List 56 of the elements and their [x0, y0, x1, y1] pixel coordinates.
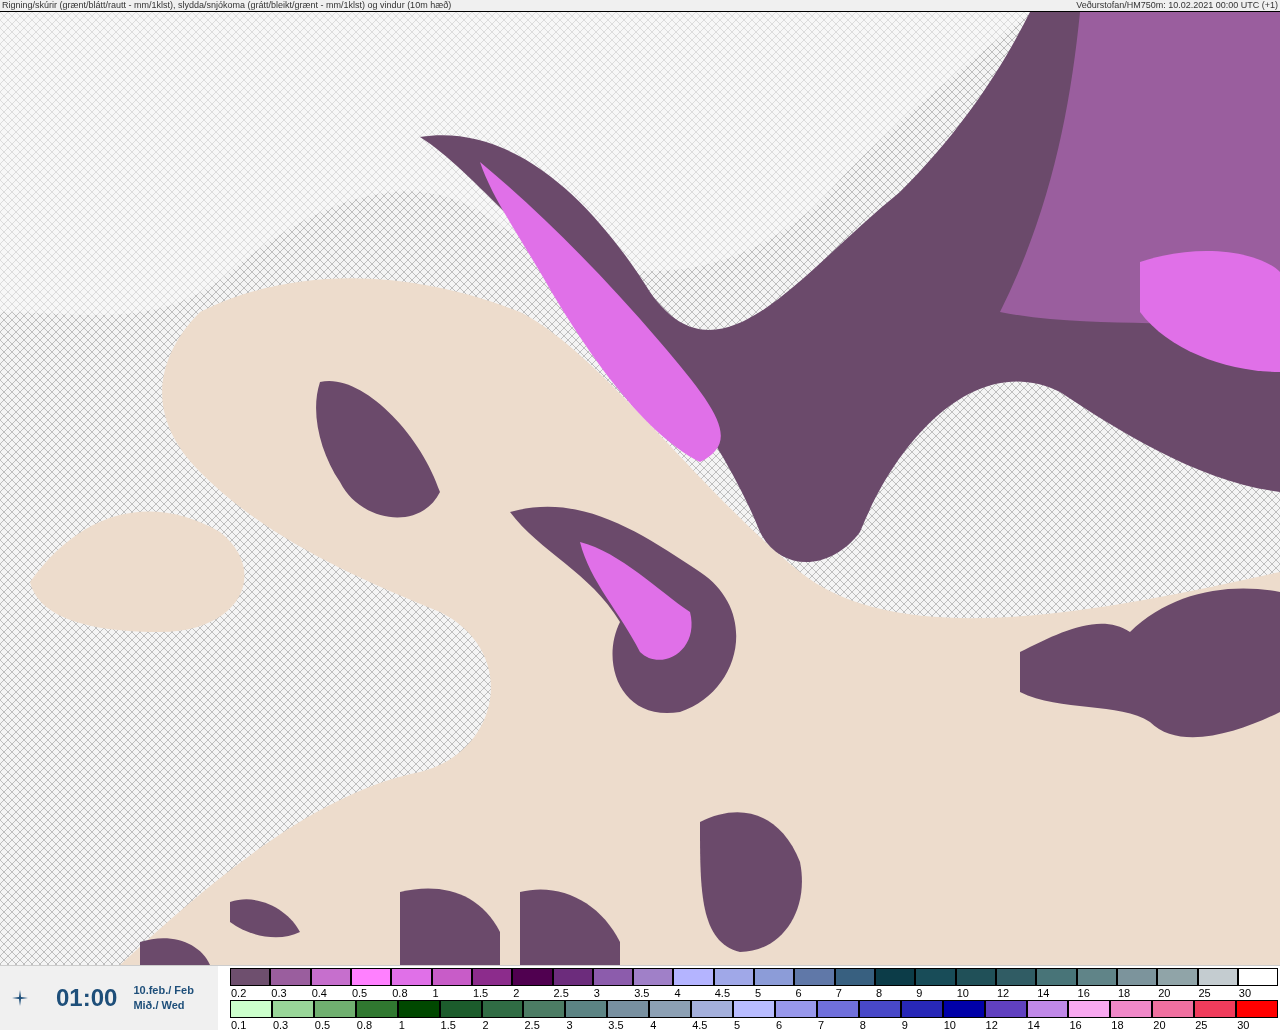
legend-label: 4	[649, 1018, 657, 1030]
legend-label: 14	[1036, 986, 1050, 1000]
legend-label: 6	[775, 1018, 783, 1030]
legend-label: 16	[1068, 1018, 1082, 1030]
legend-label: 5	[754, 986, 762, 1000]
legend-label: 9	[915, 986, 923, 1000]
legend-label: 0.5	[350, 986, 368, 1000]
legend-label: 0.8	[391, 986, 408, 1000]
legend-label: 20	[1157, 986, 1171, 1000]
legend-label: 3.5	[633, 986, 650, 1000]
legend-label: 25	[1194, 1018, 1208, 1030]
legend-label: 30	[1237, 986, 1252, 1000]
legend-label: 10	[955, 986, 969, 1000]
legend-label: 1.5	[471, 986, 489, 1000]
legend-label: 12	[995, 986, 1010, 1000]
legend-label: 2	[481, 1018, 489, 1030]
map-title: Rigning/skúrir (grænt/blátt/rautt - mm/1klst), slydda/snjókoma (grátt/bleikt/grænt - mm/1klst) og vindur (10m hæð)	[1, 0, 452, 11]
legend-label: 30	[1236, 1018, 1250, 1030]
legend-label: 0.2	[230, 986, 247, 1000]
legend-label: 6	[794, 986, 802, 1000]
legend-label: 18	[1110, 1018, 1124, 1030]
legend-label: 3	[565, 1018, 573, 1030]
legend-label: 1	[397, 1018, 405, 1030]
legend-label: 1	[431, 986, 439, 1000]
legend-label: 3	[592, 986, 600, 1000]
legend-label: 0.3	[270, 986, 287, 1000]
legend-label: 4.5	[691, 1018, 708, 1030]
legend-label: 5	[733, 1018, 741, 1030]
forecast-weekday: Mið./ Wed	[133, 998, 186, 1013]
forecast-date: 10.feb./ Feb	[133, 983, 194, 998]
legend-label: 18	[1116, 986, 1131, 1000]
legend-label: 16	[1076, 986, 1090, 1000]
legend-label: 3.5	[607, 1018, 624, 1030]
legend-label: 4.5	[713, 986, 731, 1000]
legend-label: 0.5	[313, 1018, 331, 1030]
legend-label: 7	[816, 1018, 825, 1030]
legend-label: 1.5	[439, 1018, 456, 1030]
legend-label: 0.3	[271, 1018, 289, 1030]
legend-label: 0.1	[230, 1018, 247, 1030]
legend-label: 14	[1026, 1018, 1040, 1030]
legend-label: 2.5	[552, 986, 569, 1000]
legend-label: 0.4	[310, 986, 327, 1000]
legend-label: 2	[512, 986, 520, 1000]
legend-label: 25	[1197, 986, 1211, 1000]
model-run-label: Veðurstofan/HM750m: 10.02.2021 00:00 UTC (+1)	[1076, 0, 1279, 11]
legend-label: 0.8	[355, 1018, 373, 1030]
legend-label: 9	[900, 1018, 908, 1030]
legend-label: 8	[858, 1018, 866, 1030]
legend-label: 2.5	[523, 1018, 540, 1030]
legend-label: 12	[984, 1018, 998, 1030]
legend-label: 4	[673, 986, 681, 1000]
forecast-time: 01:00	[56, 983, 118, 1013]
legend-label: 8	[875, 986, 883, 1000]
legend-label: 10	[942, 1018, 956, 1030]
legend-label: 20	[1152, 1018, 1166, 1030]
legend-label: 7	[834, 986, 842, 1000]
